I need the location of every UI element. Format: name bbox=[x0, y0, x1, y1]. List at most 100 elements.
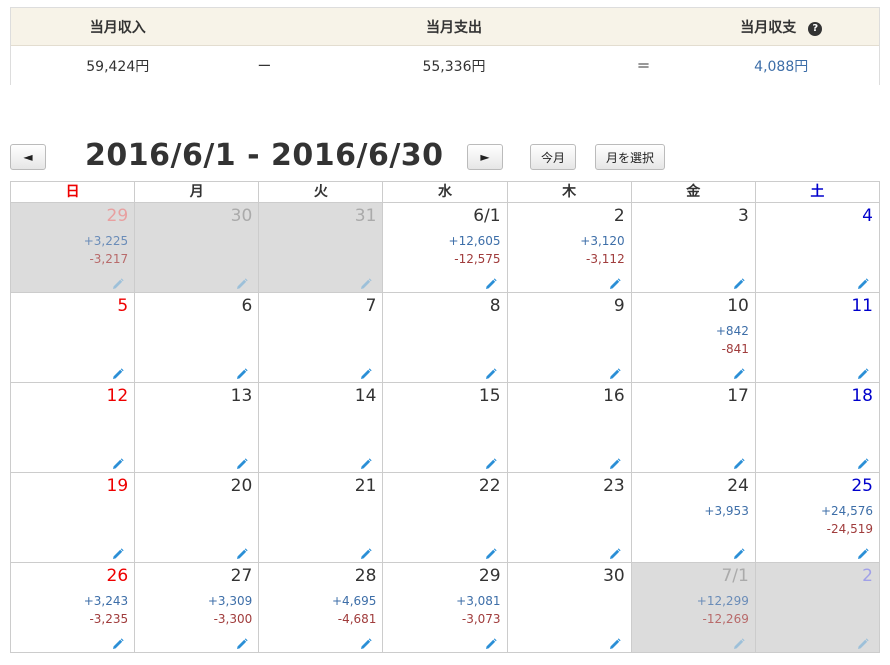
pencil-icon[interactable] bbox=[609, 635, 621, 649]
day-number: 25 bbox=[851, 476, 873, 496]
calendar-day[interactable]: 25 +24,576 -24,519 bbox=[755, 473, 880, 563]
calendar-day[interactable]: 22 bbox=[383, 473, 508, 563]
day-income: +12,299 bbox=[696, 594, 749, 608]
calendar-day[interactable]: 21 bbox=[259, 473, 384, 563]
calendar-day[interactable]: 6 bbox=[135, 293, 260, 383]
calendar-day[interactable]: 7/1 +12,299 -12,269 bbox=[631, 563, 756, 653]
pencil-icon[interactable] bbox=[360, 455, 373, 469]
calendar-day[interactable]: 29 +3,225 -3,217 bbox=[11, 203, 136, 293]
pencil-icon[interactable] bbox=[857, 455, 869, 469]
day-number: 26 bbox=[106, 566, 129, 586]
calendar-day[interactable]: 12 bbox=[11, 383, 136, 473]
pencil-icon[interactable] bbox=[236, 275, 248, 289]
pencil-icon[interactable] bbox=[112, 545, 124, 559]
pencil-icon[interactable] bbox=[360, 275, 373, 289]
balance-label: 当月収支 bbox=[740, 19, 797, 36]
weekday-fri: 金 bbox=[631, 182, 756, 203]
pencil-icon[interactable] bbox=[733, 545, 745, 559]
calendar-day[interactable]: 28 +4,695 -4,681 bbox=[259, 563, 384, 653]
pencil-icon[interactable] bbox=[609, 365, 621, 379]
calendar-nav: ◄ 2016/6/1 - 2016/6/30 ► 今月 月を選択 bbox=[10, 136, 880, 176]
pencil-icon[interactable] bbox=[112, 455, 124, 469]
calendar-day[interactable]: 24 +3,953 bbox=[631, 473, 756, 563]
pencil-icon[interactable] bbox=[857, 365, 869, 379]
pencil-icon[interactable] bbox=[485, 635, 497, 649]
calendar-day[interactable]: 5 bbox=[11, 293, 136, 383]
calendar-day[interactable]: 29 +3,081 -3,073 bbox=[383, 563, 508, 653]
day-number: 4 bbox=[862, 206, 873, 226]
month-calendar: 日月火水木金土 29 +3,225 -3,217 30 31 6/1 +12,605 -12,… bbox=[10, 181, 880, 653]
pencil-icon[interactable] bbox=[360, 545, 373, 559]
pencil-icon[interactable] bbox=[733, 365, 745, 379]
calendar-day[interactable]: 8 bbox=[383, 293, 508, 383]
pencil-icon[interactable] bbox=[609, 545, 621, 559]
calendar-day[interactable]: 19 bbox=[11, 473, 136, 563]
calendar-day[interactable]: 7 bbox=[259, 293, 384, 383]
pencil-icon[interactable] bbox=[485, 455, 497, 469]
question-circle-icon[interactable]: ? bbox=[808, 21, 823, 36]
weekday-mon: 月 bbox=[135, 182, 260, 203]
calendar-day[interactable]: 16 bbox=[507, 383, 632, 473]
expense-label: 当月支出 bbox=[425, 19, 482, 36]
pencil-icon[interactable] bbox=[733, 635, 745, 649]
calendar-day[interactable]: 14 bbox=[259, 383, 384, 473]
calendar-day[interactable]: 18 bbox=[755, 383, 880, 473]
calendar-day[interactable]: 13 bbox=[135, 383, 260, 473]
pencil-icon[interactable] bbox=[609, 275, 621, 289]
pencil-icon[interactable] bbox=[485, 365, 497, 379]
calendar-day[interactable]: 9 bbox=[507, 293, 632, 383]
calendar-day[interactable]: 30 bbox=[135, 203, 260, 293]
day-expense: -12,575 bbox=[454, 252, 501, 266]
calendar-day[interactable]: 17 bbox=[631, 383, 756, 473]
calendar-day[interactable]: 26 +3,243 -3,235 bbox=[11, 563, 136, 653]
day-expense: -841 bbox=[721, 342, 749, 356]
next-month-button[interactable]: ► bbox=[467, 144, 503, 170]
select-month-button[interactable]: 月を選択 bbox=[595, 144, 665, 170]
pencil-icon[interactable] bbox=[236, 365, 248, 379]
pencil-icon[interactable] bbox=[112, 635, 124, 649]
pencil-icon[interactable] bbox=[857, 635, 869, 649]
calendar-day[interactable]: 6/1 +12,605 -12,575 bbox=[383, 203, 508, 293]
day-number: 24 bbox=[727, 476, 749, 496]
pencil-icon[interactable] bbox=[733, 455, 745, 469]
pencil-icon[interactable] bbox=[236, 545, 248, 559]
calendar-day[interactable]: 23 bbox=[507, 473, 632, 563]
pencil-icon[interactable] bbox=[857, 275, 869, 289]
day-number: 2 bbox=[862, 566, 873, 586]
calendar-day[interactable]: 2 +3,120 -3,112 bbox=[507, 203, 632, 293]
day-number: 15 bbox=[478, 386, 501, 406]
calendar-day[interactable]: 11 bbox=[755, 293, 880, 383]
weekday-thu: 木 bbox=[507, 182, 632, 203]
calendar-day[interactable]: 15 bbox=[383, 383, 508, 473]
day-number: 28 bbox=[354, 566, 377, 586]
calendar-day[interactable]: 2 bbox=[755, 563, 880, 653]
pencil-icon[interactable] bbox=[360, 365, 373, 379]
pencil-icon[interactable] bbox=[236, 635, 248, 649]
pencil-icon[interactable] bbox=[112, 275, 124, 289]
calendar-week: 12 13 14 15 16 17 18 bbox=[11, 383, 880, 473]
pencil-icon[interactable] bbox=[360, 635, 373, 649]
day-number: 13 bbox=[230, 386, 253, 406]
calendar-week: 29 +3,225 -3,217 30 31 6/1 +12,605 -12,575 2 +3,1… bbox=[11, 203, 880, 293]
pencil-icon[interactable] bbox=[236, 455, 248, 469]
date-range-title: 2016/6/1 - 2016/6/30 bbox=[85, 138, 444, 173]
this-month-button[interactable]: 今月 bbox=[530, 144, 576, 170]
pencil-icon[interactable] bbox=[857, 545, 869, 559]
calendar-day[interactable]: 10 +842 -841 bbox=[631, 293, 756, 383]
balance-value: 4,088円 bbox=[754, 58, 809, 75]
calendar-day[interactable]: 31 bbox=[259, 203, 384, 293]
day-number: 31 bbox=[354, 206, 377, 226]
calendar-day[interactable]: 20 bbox=[135, 473, 260, 563]
calendar-day[interactable]: 4 bbox=[755, 203, 880, 293]
pencil-icon[interactable] bbox=[485, 275, 497, 289]
day-number: 16 bbox=[603, 386, 625, 406]
calendar-day[interactable]: 27 +3,309 -3,300 bbox=[135, 563, 260, 653]
pencil-icon[interactable] bbox=[112, 365, 124, 379]
prev-month-button[interactable]: ◄ bbox=[10, 144, 46, 170]
day-number: 11 bbox=[851, 296, 873, 316]
calendar-day[interactable]: 30 bbox=[507, 563, 632, 653]
pencil-icon[interactable] bbox=[733, 275, 745, 289]
pencil-icon[interactable] bbox=[485, 545, 497, 559]
pencil-icon[interactable] bbox=[609, 455, 621, 469]
calendar-day[interactable]: 3 bbox=[631, 203, 756, 293]
